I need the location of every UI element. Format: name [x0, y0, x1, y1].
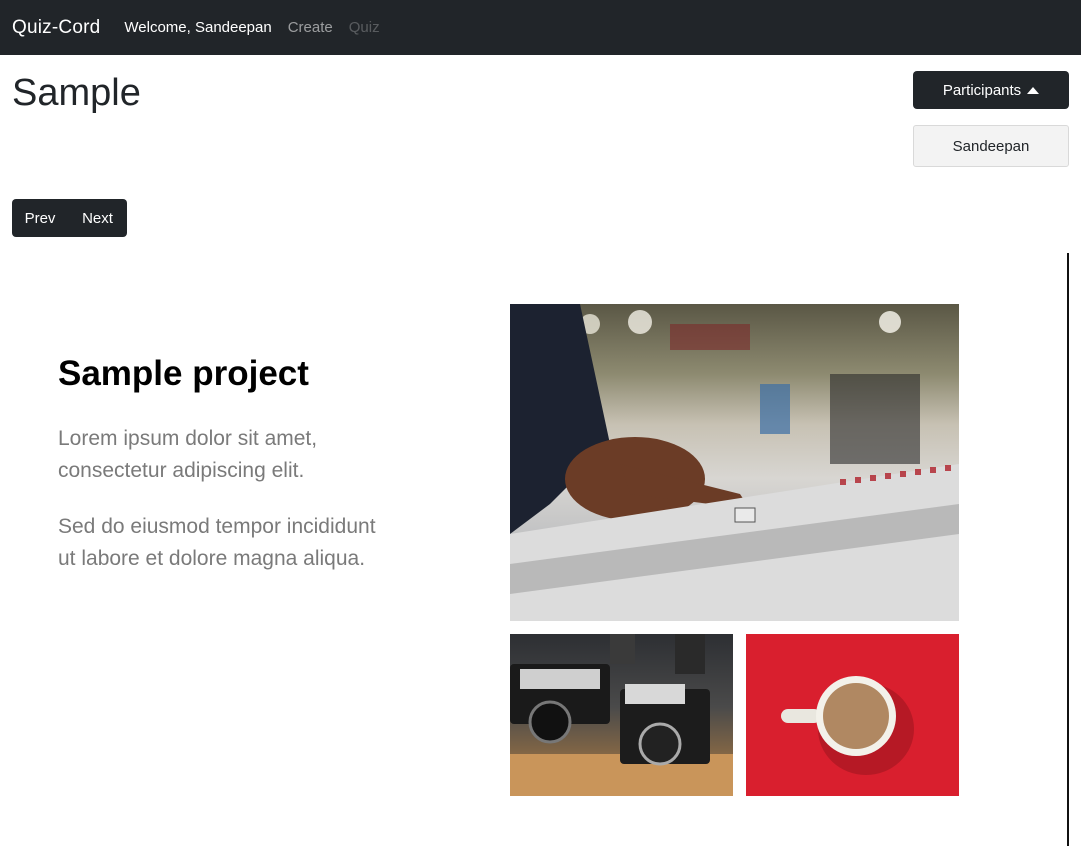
slide-nav-group: Prev Next: [12, 199, 127, 237]
prev-button[interactable]: Prev: [12, 199, 68, 237]
vintage-cameras-image: [510, 634, 733, 796]
nav-create[interactable]: Create: [288, 19, 333, 36]
mixing-console-illustration: [510, 304, 959, 621]
coffee-cup-image: [746, 634, 959, 796]
cameras-illustration: [510, 634, 733, 796]
nav-welcome[interactable]: Welcome, Sandeepan: [124, 19, 271, 36]
slide-title: Sample project: [58, 354, 309, 393]
participant-item[interactable]: Sandeepan: [913, 125, 1069, 167]
caret-up-icon: [1027, 86, 1040, 94]
page-title: Sample: [12, 72, 141, 114]
slide-paragraph: Lorem ipsum dolor sit amet, consectetur …: [58, 427, 318, 482]
brand-link[interactable]: Quiz-Cord: [12, 17, 100, 39]
next-button[interactable]: Next: [68, 199, 127, 237]
participants-label: Participants: [942, 81, 1022, 99]
coffee-cup-illustration: [781, 676, 914, 775]
participants-button[interactable]: Participants: [913, 71, 1069, 109]
navbar: Quiz-Cord Welcome, Sandeepan Create Quiz: [0, 0, 1081, 55]
slide-border: [1067, 253, 1069, 846]
mixing-console-image: [510, 304, 959, 621]
slide-paragraph: Sed do eiusmod tempor incididunt ut labo…: [58, 515, 376, 570]
nav-quiz: Quiz: [348, 19, 380, 36]
